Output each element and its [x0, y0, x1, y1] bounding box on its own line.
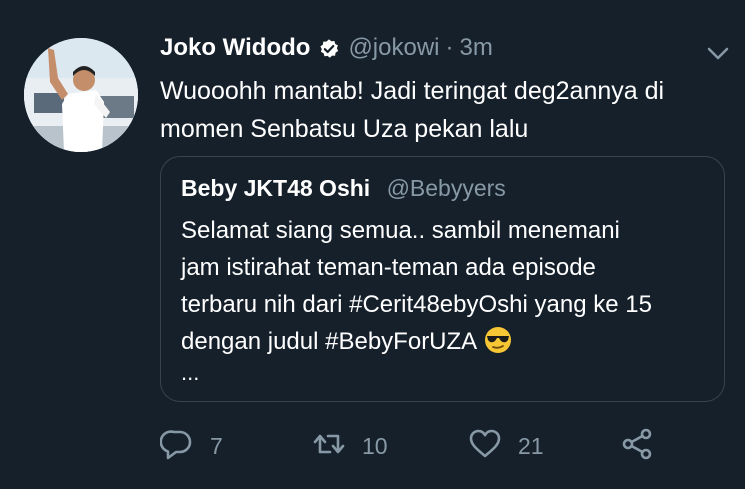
separator-dot: ·: [445, 34, 454, 61]
like-button[interactable]: 21: [468, 426, 544, 466]
quoted-tweet-text: Selamat siang semua.. sambil menemani ja…: [181, 212, 711, 386]
tweet-timestamp[interactable]: 3m: [460, 32, 493, 64]
author-handle[interactable]: @jokowi: [348, 32, 439, 64]
reply-count: 7: [210, 432, 223, 459]
heart-icon: [468, 427, 502, 466]
tweet-text-line: momen Senbatsu Uza pekan lalu: [160, 115, 529, 143]
share-icon: [620, 427, 654, 466]
quoted-tweet-header: Beby JKT48 Oshi @Bebyyers: [181, 173, 506, 203]
quoted-text-ellipsis: ...: [181, 360, 200, 385]
quoted-tweet[interactable]: Beby JKT48 Oshi @Bebyyers Selamat siang …: [160, 156, 725, 402]
retweet-button[interactable]: 10: [312, 426, 388, 466]
tweet-text: Wuooohh mantab! Jadi teringat deg2annya …: [160, 72, 720, 148]
quoted-text-line: Selamat siang semua.. sambil menemani: [181, 217, 620, 244]
quoted-text-line: dengan judul #BebyForUZA: [181, 328, 478, 355]
avatar-photo: [24, 38, 138, 152]
quoted-author-name: Beby JKT48 Oshi: [181, 175, 371, 201]
reply-icon: [159, 427, 194, 466]
quoted-author-handle: @Bebyyers: [386, 175, 506, 201]
reply-button[interactable]: 7: [159, 426, 223, 466]
author-name[interactable]: Joko Widodo: [160, 32, 310, 64]
share-button[interactable]: [620, 426, 654, 466]
retweet-icon: [312, 427, 346, 466]
tweet-text-line: Wuooohh mantab! Jadi teringat deg2annya …: [160, 77, 665, 105]
sunglasses-emoji-icon: [483, 325, 513, 355]
quoted-text-line: terbaru nih dari #Cerit48ebyOshi yang ke…: [181, 291, 652, 318]
retweet-count: 10: [362, 432, 388, 459]
verified-badge-icon: [318, 37, 340, 59]
tweet-header: Joko Widodo @jokowi · 3m: [160, 32, 493, 64]
chevron-down-icon[interactable]: [706, 46, 730, 62]
quoted-text-line-last: dengan judul #BebyForUZA: [181, 323, 711, 360]
quoted-text-line: jam istirahat teman-teman ada episode: [181, 254, 596, 281]
like-count: 21: [518, 432, 544, 459]
avatar[interactable]: [24, 38, 138, 152]
tweet-actions: 7 10 21: [159, 426, 660, 466]
